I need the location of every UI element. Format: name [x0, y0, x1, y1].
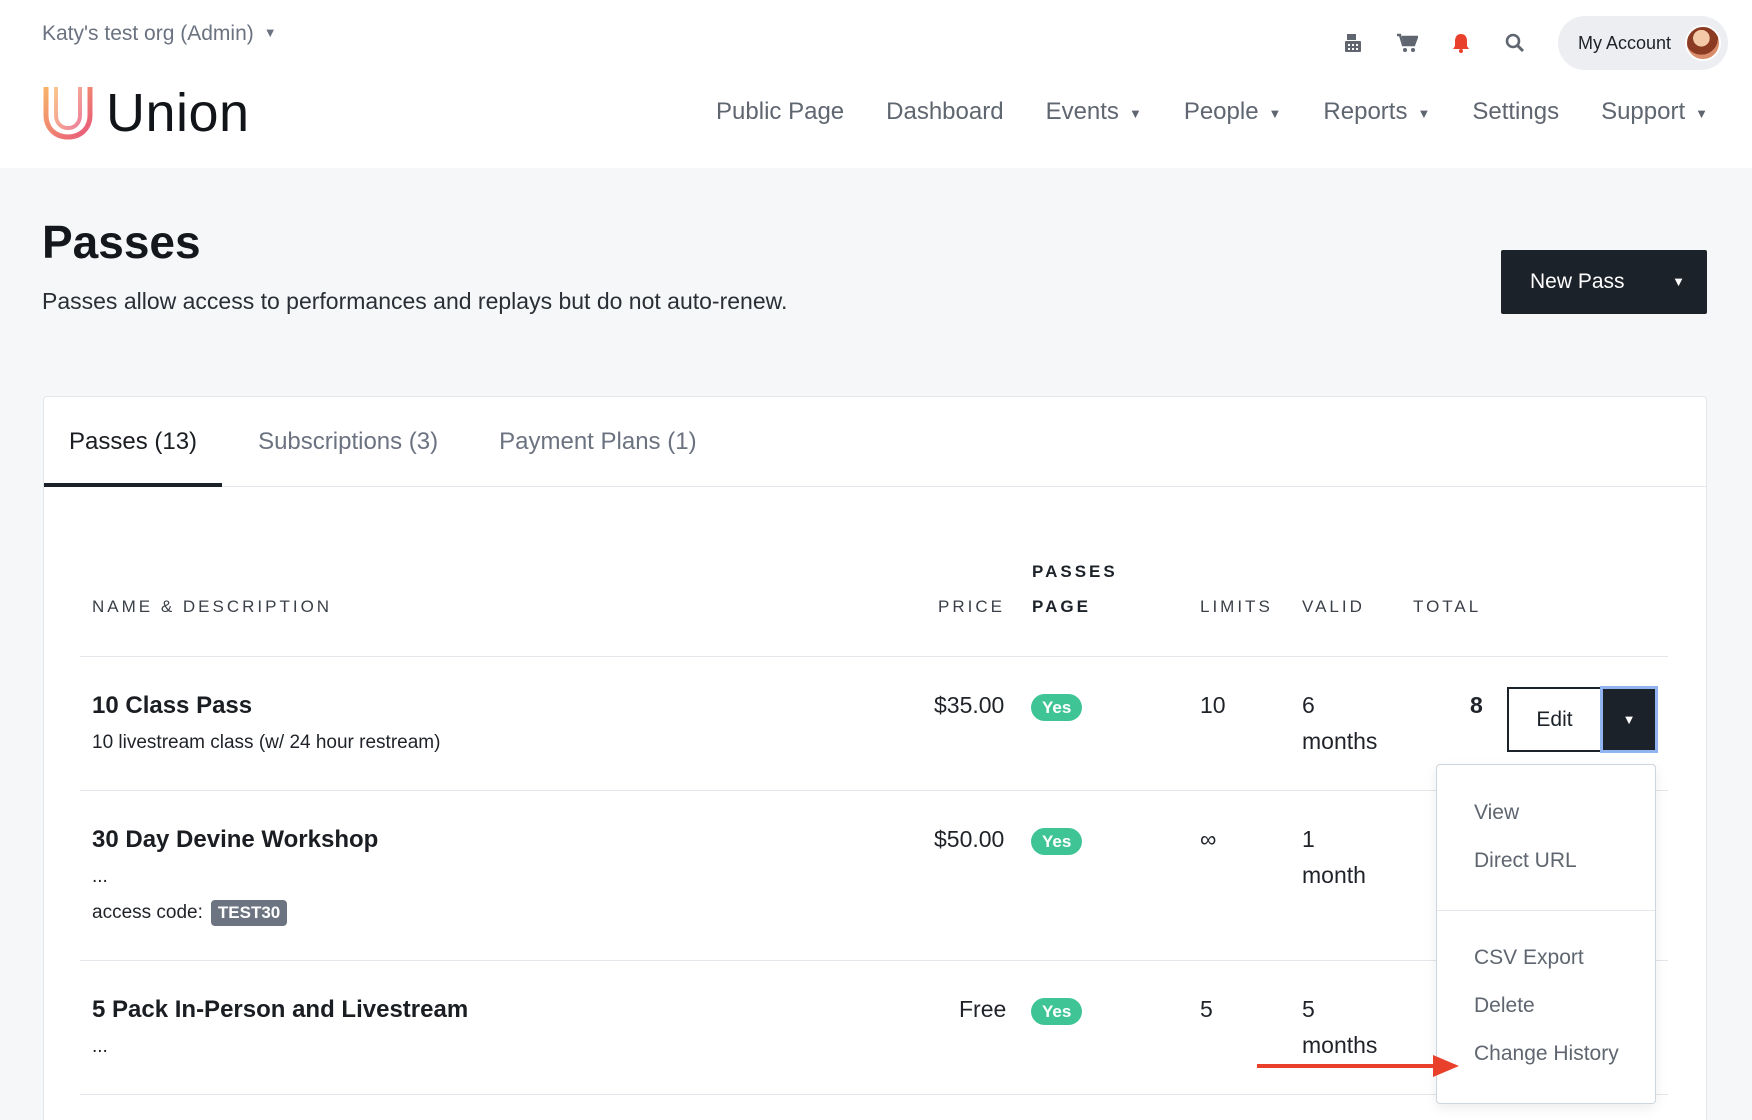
chevron-down-icon: ▼ [1128, 105, 1142, 121]
edit-dropdown-toggle[interactable]: ▼ [1600, 686, 1658, 753]
col-header-name: NAME & DESCRIPTION [92, 597, 333, 616]
my-account-label: My Account [1578, 32, 1672, 53]
page-title: Passes [42, 216, 201, 268]
chevron-down-icon: ▼ [263, 24, 277, 40]
cart-icon[interactable] [1380, 24, 1434, 62]
pass-limits: ∞ [1200, 826, 1217, 852]
chevron-down-icon: ▼ [1672, 274, 1685, 289]
pass-price: Free [959, 996, 1007, 1022]
nav-label: Public Page [716, 98, 845, 125]
page-subtitle: Passes allow access to performances and … [42, 288, 788, 314]
access-code-label: access code: [92, 902, 203, 923]
access-code-tag: TEST30 [210, 900, 288, 926]
bell-icon[interactable] [1434, 24, 1488, 62]
nav-support[interactable]: Support ▼ [1601, 98, 1708, 126]
col-header-passes-page-line2: PAGE [1032, 597, 1091, 616]
col-header-passes-page-line1: PASSES [1032, 562, 1118, 581]
pass-description: ... [92, 1036, 108, 1057]
nav-label: People [1183, 98, 1259, 125]
passes-page-badge: Yes [1031, 998, 1083, 1025]
menu-item-csv-export[interactable]: CSV Export [1474, 946, 1584, 970]
nav-events[interactable]: Events ▼ [1046, 98, 1142, 126]
brand-logo[interactable]: Union [42, 82, 250, 144]
tab-payment-plans[interactable]: Payment Plans (1) [474, 397, 721, 487]
menu-item-change-history[interactable]: Change History [1474, 1042, 1619, 1066]
top-icon-bar: My Account [1326, 16, 1728, 70]
annotation-arrow-icon [1257, 1055, 1459, 1077]
nav-reports[interactable]: Reports ▼ [1323, 98, 1430, 126]
pass-valid-number: 6 [1302, 692, 1315, 718]
chevron-down-icon: ▼ [1695, 105, 1708, 121]
new-pass-button[interactable]: New Pass ▼ [1501, 250, 1707, 314]
menu-item-view[interactable]: View [1474, 801, 1519, 825]
passes-page-badge: Yes [1031, 828, 1083, 855]
row-divider [80, 656, 1668, 657]
pass-valid-unit: month [1302, 862, 1366, 888]
tab-bar: Passes (13) Subscriptions (3) Payment Pl… [44, 397, 1706, 487]
pass-name[interactable]: 5 Pack In-Person and Livestream [92, 996, 468, 1024]
menu-item-delete[interactable]: Delete [1474, 994, 1535, 1018]
col-header-total: TOTAL [1413, 597, 1482, 616]
nav-label: Support [1601, 98, 1686, 125]
org-name: Katy's test org (Admin) [42, 22, 254, 45]
nav-dashboard[interactable]: Dashboard [886, 98, 1003, 126]
menu-divider [1437, 910, 1655, 911]
nav-label: Dashboard [886, 98, 1004, 125]
col-header-valid: VALID [1302, 597, 1365, 616]
nav-settings[interactable]: Settings [1472, 98, 1559, 126]
passes-page-badge: Yes [1031, 694, 1083, 721]
nav-label: Events [1045, 98, 1119, 125]
pass-total: 8 [1470, 692, 1483, 718]
menu-item-direct-url[interactable]: Direct URL [1474, 849, 1577, 873]
pass-description: 10 livestream class (w/ 24 hour restream… [92, 732, 441, 753]
chevron-down-icon: ▼ [1417, 105, 1431, 121]
pass-limits: 5 [1200, 996, 1213, 1022]
pass-limits: 10 [1200, 692, 1226, 718]
pass-valid-number: 5 [1302, 996, 1315, 1022]
pass-description: ... [92, 866, 108, 887]
pass-name[interactable]: 10 Class Pass [92, 692, 252, 720]
my-account-button[interactable]: My Account [1558, 16, 1728, 70]
main-nav: Public Page Dashboard Events ▼ People ▼ Re… [716, 98, 1708, 126]
pass-valid-unit: months [1302, 728, 1378, 754]
search-icon[interactable] [1488, 24, 1542, 62]
row-divider [80, 1094, 1668, 1095]
chevron-down-icon: ▼ [1268, 105, 1282, 121]
nav-label: Settings [1472, 98, 1560, 125]
chevron-down-icon: ▼ [1622, 712, 1636, 727]
pass-price: $50.00 [934, 826, 1005, 852]
avatar [1685, 25, 1722, 61]
new-pass-label: New Pass [1530, 270, 1625, 293]
top-header: Katy's test org (Admin) ▼ My Account Uni… [0, 0, 1752, 168]
access-code-line: access code: TEST30 [92, 900, 288, 926]
edit-button[interactable]: Edit [1507, 687, 1602, 752]
row-divider [80, 960, 1668, 961]
row-actions-menu: View Direct URL CSV Export Delete Change… [1436, 764, 1656, 1104]
pass-name[interactable]: 30 Day Devine Workshop [92, 826, 378, 854]
brand-name: Union [106, 83, 250, 143]
pass-valid-number: 1 [1302, 826, 1315, 852]
row-divider [80, 790, 1668, 791]
nav-public-page[interactable]: Public Page [716, 98, 844, 126]
col-header-limits: LIMITS [1200, 597, 1273, 616]
org-switcher[interactable]: Katy's test org (Admin) ▼ [42, 22, 277, 46]
tab-subscriptions[interactable]: Subscriptions (3) [233, 397, 463, 487]
col-header-price: PRICE [938, 597, 1005, 616]
pass-price: $35.00 [934, 692, 1005, 718]
nav-people[interactable]: People ▼ [1184, 98, 1282, 126]
nav-label: Reports [1323, 98, 1408, 125]
union-logo-icon [43, 87, 93, 140]
register-icon[interactable] [1326, 24, 1380, 62]
tab-passes[interactable]: Passes (13) [44, 397, 223, 487]
